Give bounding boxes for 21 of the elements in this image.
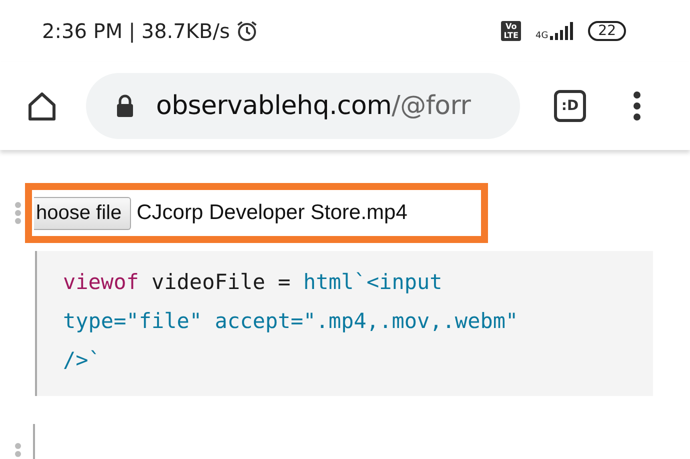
drag-handle-icon[interactable]: [14, 442, 22, 459]
choose-file-button[interactable]: hoose file: [34, 196, 131, 230]
home-icon[interactable]: [26, 90, 58, 122]
signal-icon: [548, 22, 574, 40]
network-speed: 38.7KB/s: [141, 19, 230, 43]
address-bar[interactable]: observablehq.com/@forr: [86, 73, 520, 139]
tab-switcher-button[interactable]: :D: [554, 90, 586, 122]
code-line: viewof videoFile = html`<input: [63, 269, 444, 296]
lock-icon: [116, 94, 134, 118]
network-type: 4G: [535, 31, 548, 41]
url-text: observablehq.com/@forr: [156, 91, 471, 121]
alarm-icon: [236, 20, 258, 42]
file-name: CJcorp Developer Store.mp4: [136, 201, 408, 225]
battery-indicator: 22: [588, 21, 626, 41]
status-separator: |: [128, 19, 136, 43]
status-time: 2:36 PM: [42, 19, 123, 43]
menu-icon[interactable]: [632, 91, 642, 121]
drag-handle-icon[interactable]: [14, 201, 22, 225]
code-line: />`: [63, 347, 102, 374]
volte-badge: Vo LTE: [500, 21, 522, 41]
code-line: type="file" accept=".mp4,.mov,.webm": [63, 308, 520, 335]
